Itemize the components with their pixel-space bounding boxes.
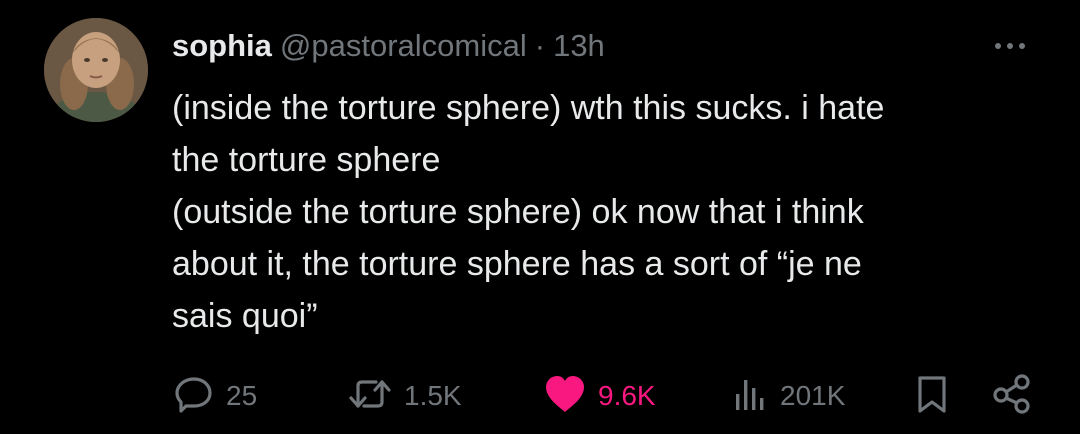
views-count: 201K: [780, 380, 846, 411]
share-button[interactable]: [990, 372, 1034, 420]
reply-icon: [172, 372, 216, 421]
share-icon: [990, 372, 1034, 421]
retweet-icon: [346, 372, 394, 421]
retweet-button[interactable]: 1.5K: [346, 372, 462, 420]
retweet-count: 1.5K: [404, 380, 462, 411]
tweet: sophia @pastoralcomical · 13h (inside th…: [0, 0, 1080, 434]
bookmark-button[interactable]: [914, 372, 950, 420]
tweet-text-line: about it, the torture sphere has a sort …: [172, 245, 862, 283]
heart-icon: [542, 372, 588, 421]
separator-dot: ·: [534, 28, 546, 63]
tweet-text-line: sais quoi”: [172, 297, 318, 335]
tweet-text-line: (inside the torture sphere) wth this suc…: [172, 89, 885, 127]
avatar-photo: [44, 18, 148, 122]
avatar[interactable]: [44, 18, 148, 122]
more-options-icon[interactable]: [990, 34, 1030, 58]
action-bar: 25 1.5K 9.6K 201K: [172, 372, 1042, 420]
user-handle[interactable]: @pastoralcomical: [280, 26, 527, 66]
reply-count: 25: [226, 380, 258, 411]
tweet-header: sophia @pastoralcomical · 13h: [172, 26, 605, 66]
like-button[interactable]: 9.6K: [542, 372, 656, 420]
tweet-text-line: the torture sphere: [172, 141, 441, 179]
views-icon: [730, 372, 770, 421]
display-name[interactable]: sophia: [172, 26, 272, 66]
tweet-text-line: (outside the torture sphere) ok now that…: [172, 193, 864, 231]
timestamp[interactable]: 13h: [553, 26, 605, 66]
reply-button[interactable]: 25: [172, 372, 257, 420]
tweet-text: (inside the torture sphere) wth this suc…: [172, 82, 1032, 342]
like-count: 9.6K: [598, 380, 656, 411]
views-button[interactable]: 201K: [730, 372, 845, 420]
bookmark-icon: [914, 372, 950, 421]
